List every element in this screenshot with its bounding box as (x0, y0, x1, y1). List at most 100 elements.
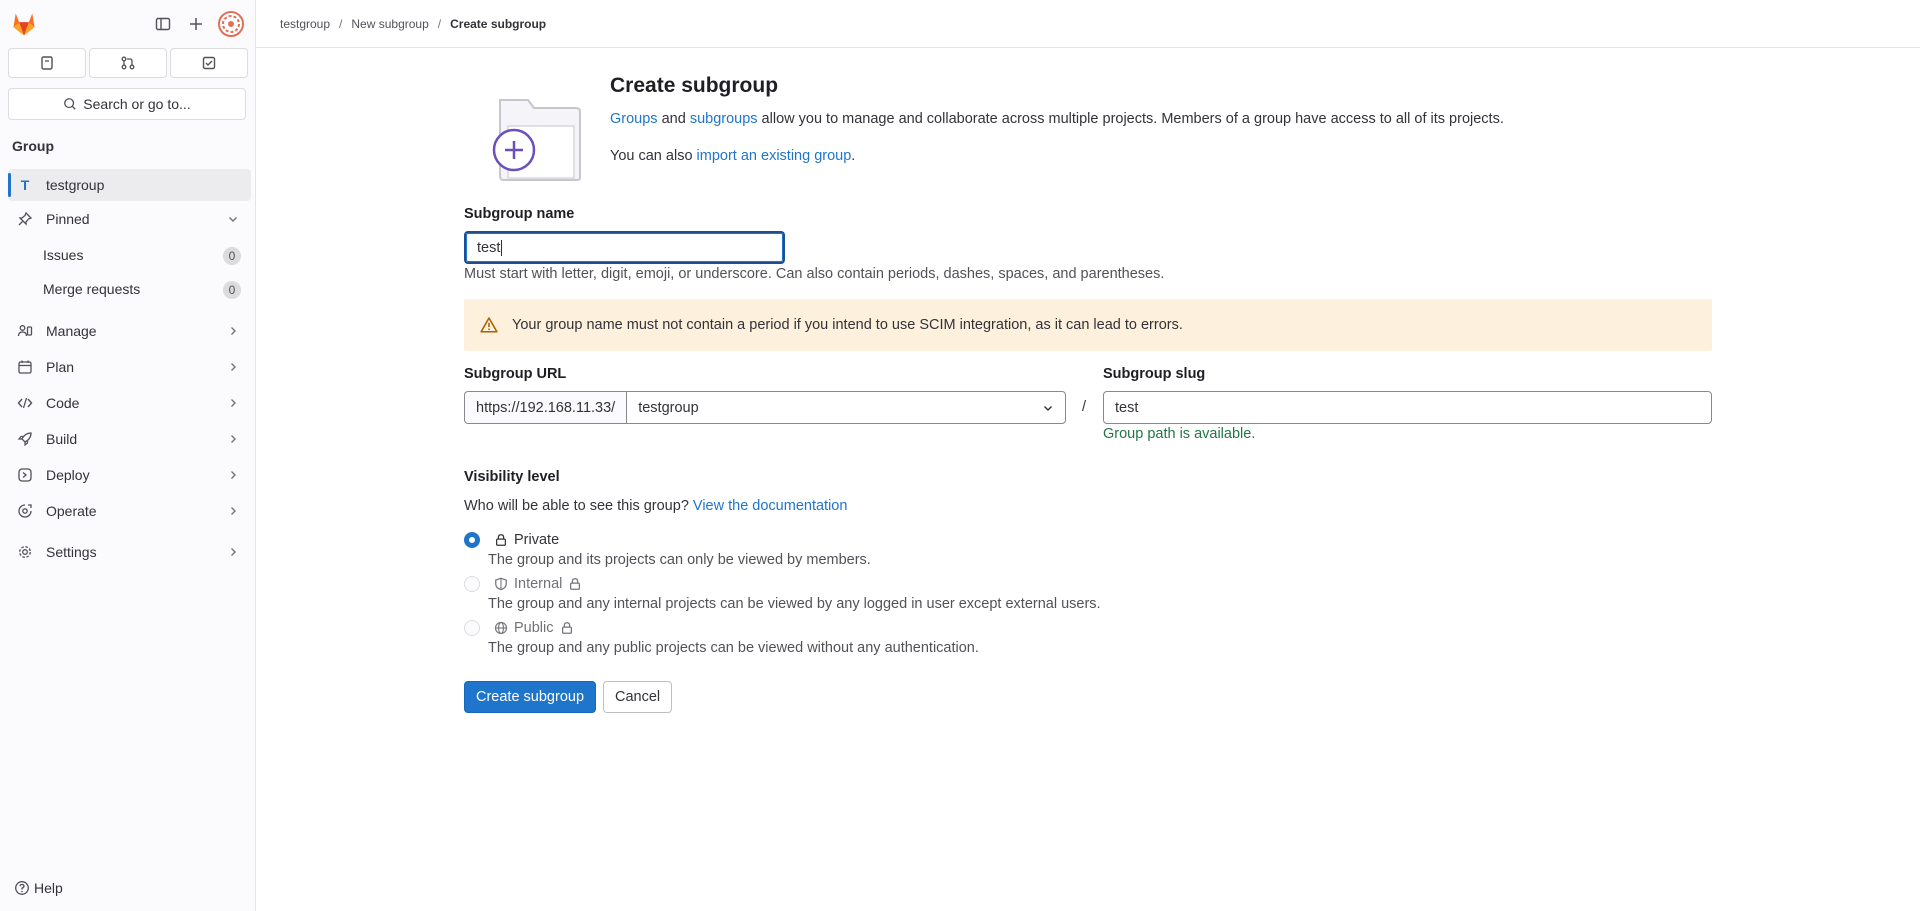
public-label: Public (514, 620, 554, 636)
url-prefix: https://192.168.11.33/ (464, 391, 627, 424)
deploy-icon (16, 466, 34, 484)
sidebar-item-label: Manage (46, 323, 97, 339)
merge-requests-shortcut-icon[interactable] (89, 48, 167, 78)
import-group-link[interactable]: import an existing group (697, 148, 852, 164)
public-radio[interactable] (464, 620, 480, 636)
user-avatar[interactable] (218, 11, 244, 37)
create-subgroup-button[interactable]: Create subgroup (464, 681, 597, 713)
lock-icon (568, 577, 582, 591)
visibility-private-option[interactable]: Private (464, 532, 559, 548)
sidebar-item-merge-requests[interactable]: Merge requests 0 (8, 273, 251, 305)
count-badge: 0 (223, 281, 241, 299)
subgroup-slug-label: Subgroup slug (1103, 366, 1206, 382)
sidebar-item-code[interactable]: Code (8, 387, 251, 419)
chevron-right-icon (225, 359, 241, 375)
sidebar-section-title: Group (12, 138, 54, 154)
private-radio[interactable] (464, 532, 480, 548)
plus-icon[interactable] (184, 12, 208, 36)
chevron-right-icon (225, 544, 241, 560)
sidebar: Search or go to... Group T testgroup Pin… (0, 0, 256, 911)
todo-shortcut-icon[interactable] (170, 48, 248, 78)
subgroup-name-hint: Must start with letter, digit, emoji, or… (464, 266, 1165, 282)
sidebar-item-operate[interactable]: Operate (8, 495, 251, 527)
group-avatar: T (20, 177, 30, 193)
breadcrumb-item-group[interactable]: testgroup (280, 17, 330, 31)
sidebar-item-label: Code (46, 395, 80, 411)
help-button[interactable]: Help (14, 880, 63, 896)
description-text: allow you to manage and collaborate acro… (757, 111, 1504, 127)
sidebar-item-plan[interactable]: Plan (8, 351, 251, 383)
view-documentation-link[interactable]: View the documentation (693, 498, 848, 514)
visibility-question: Who will be able to see this group? View… (464, 498, 847, 514)
subgroup-slug-input[interactable]: test (1103, 391, 1712, 424)
sidebar-item-testgroup[interactable]: T testgroup (8, 169, 251, 201)
page-description: Groups and subgroups allow you to manage… (610, 111, 1504, 127)
sidebar-item-label: Issues (43, 247, 84, 263)
sidebar-item-label: Plan (46, 359, 75, 375)
sidebar-item-label: Merge requests (43, 281, 141, 297)
sidebar-item-deploy[interactable]: Deploy (8, 459, 251, 491)
public-description: The group and any public projects can be… (488, 640, 979, 656)
lock-icon (494, 533, 508, 547)
count-badge: 0 (223, 247, 241, 265)
import-prefix: You can also (610, 148, 697, 164)
sidebar-item-manage[interactable]: Manage (8, 315, 251, 347)
code-icon (16, 394, 34, 412)
breadcrumb-item-current[interactable]: Create subgroup (450, 17, 546, 31)
shield-icon (494, 577, 508, 591)
chevron-right-icon (225, 467, 241, 483)
visibility-internal-option[interactable]: Internal (464, 576, 582, 592)
private-label: Private (514, 532, 560, 548)
chevron-right-icon (225, 395, 241, 411)
internal-label: Internal (514, 576, 563, 592)
visibility-public-option[interactable]: Public (464, 620, 574, 636)
search-button[interactable]: Search or go to... (8, 88, 246, 120)
pin-icon (16, 210, 34, 228)
chevron-down-icon (1042, 402, 1054, 414)
issues-shortcut-icon[interactable] (8, 48, 86, 78)
sidebar-item-pinned[interactable]: Pinned (8, 203, 251, 235)
breadcrumb: testgroup / New subgroup / Create subgro… (256, 0, 1920, 48)
page-title: Create subgroup (610, 74, 779, 97)
subgroup-url-label: Subgroup URL (464, 366, 567, 382)
internal-description: The group and any internal projects can … (488, 596, 1101, 612)
subgroup-slug-value: test (1115, 399, 1139, 416)
globe-icon (494, 621, 508, 635)
private-description: The group and its projects can only be v… (488, 552, 871, 568)
cancel-button[interactable]: Cancel (603, 681, 673, 713)
new-group-illustration (478, 92, 588, 192)
sidebar-item-build[interactable]: Build (8, 423, 251, 455)
sidebar-toggle-icon[interactable] (151, 12, 175, 36)
import-suffix: . (851, 148, 856, 164)
help-icon (14, 880, 30, 896)
alert-text: Your group name must not contain a perio… (512, 317, 1183, 333)
sidebar-item-settings[interactable]: Settings (8, 536, 251, 568)
sidebar-item-label: Deploy (46, 467, 90, 483)
warning-icon (480, 316, 498, 334)
subgroup-name-label: Subgroup name (464, 206, 575, 222)
description-text: and (657, 111, 690, 127)
help-label: Help (34, 880, 63, 896)
visibility-level-label: Visibility level (464, 469, 560, 485)
import-note: You can also import an existing group. (610, 148, 855, 164)
subgroup-name-input[interactable]: test (464, 231, 785, 264)
groups-link[interactable]: Groups (610, 111, 658, 127)
gitlab-logo-icon[interactable] (10, 10, 38, 38)
subgroups-link[interactable]: subgroups (690, 111, 758, 127)
parent-group-select[interactable]: testgroup (626, 391, 1066, 424)
gear-icon (16, 543, 34, 561)
breadcrumb-item-new-subgroup[interactable]: New subgroup (351, 17, 428, 31)
internal-radio[interactable] (464, 576, 480, 592)
path-available-status: Group path is available. (1103, 426, 1256, 442)
breadcrumb-separator: / (339, 16, 343, 31)
sidebar-item-issues[interactable]: Issues 0 (8, 239, 251, 271)
visibility-question-text: Who will be able to see this group? (464, 498, 689, 514)
lock-icon (560, 621, 574, 635)
parent-group-value: testgroup (638, 399, 699, 416)
chevron-right-icon (225, 323, 241, 339)
active-indicator (8, 173, 11, 197)
plan-icon (16, 358, 34, 376)
chevron-down-icon (225, 211, 241, 227)
subgroup-name-value: test (477, 239, 501, 256)
sidebar-item-label: Build (46, 431, 78, 447)
